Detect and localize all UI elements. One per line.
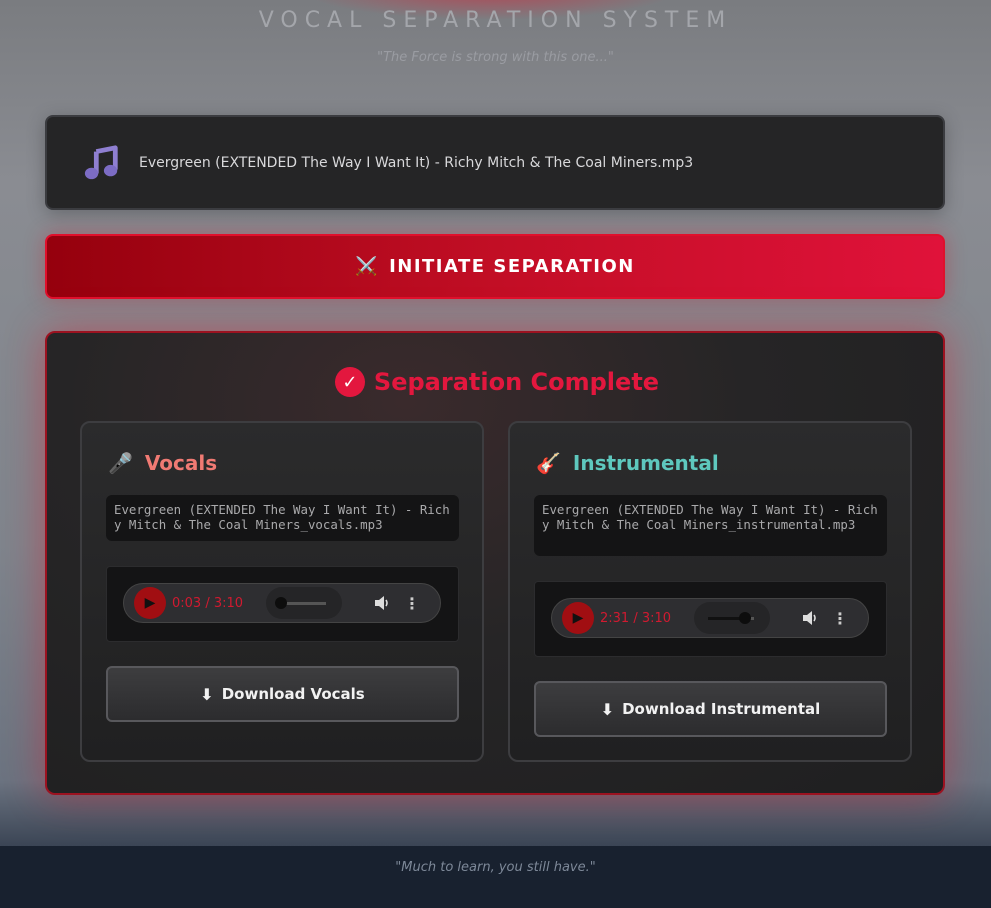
instrumental-card: 🎸 Instrumental Evergreen (EXTENDED The W… — [508, 421, 912, 762]
play-icon[interactable]: ▶ — [134, 587, 166, 619]
vocals-seek-slider[interactable] — [266, 587, 342, 619]
selected-file-card[interactable]: Evergreen (EXTENDED The Way I Want It) -… — [45, 115, 945, 210]
more-options-icon[interactable]: ⋮ — [832, 609, 848, 628]
download-arrow-icon: ⬇ — [200, 684, 214, 704]
download-vocals-label: Download Vocals — [221, 685, 365, 703]
vocals-audio-player[interactable]: ▶ 0:03 / 3:10 ⋮ — [123, 583, 441, 623]
volume-icon[interactable] — [372, 593, 392, 613]
instrumental-player-container: ▶ 2:31 / 3:10 ⋮ — [534, 581, 887, 657]
instrumental-title: Instrumental — [572, 451, 719, 475]
download-arrow-icon: ⬇ — [600, 699, 615, 719]
instrumental-header: 🎸 Instrumental — [536, 451, 719, 475]
separation-complete-header: ✓ Separation Complete — [47, 367, 947, 397]
more-options-icon[interactable]: ⋮ — [404, 594, 420, 613]
vocals-card: 🎤 Vocals Evergreen (EXTENDED The Way I W… — [80, 421, 484, 762]
vocals-time: 0:03 / 3:10 — [172, 595, 244, 611]
crossed-swords-icon: ⚔️ — [355, 256, 380, 277]
footer: "Much to learn, you still have." — [0, 846, 991, 908]
download-instrumental-button[interactable]: ⬇ Download Instrumental — [534, 681, 887, 737]
result-panel: ✓ Separation Complete 🎤 Vocals Evergreen… — [45, 331, 945, 795]
vocals-player-container: ▶ 0:03 / 3:10 ⋮ — [106, 566, 459, 642]
play-icon[interactable]: ▶ — [562, 602, 594, 634]
tagline: "The Force is strong with this one..." — [377, 50, 614, 65]
instrumental-filename: Evergreen (EXTENDED The Way I Want It) -… — [534, 495, 887, 556]
download-instrumental-label: Download Instrumental — [622, 700, 821, 718]
download-vocals-button[interactable]: ⬇ Download Vocals — [106, 666, 459, 722]
initiate-separation-label: INITIATE SEPARATION — [389, 256, 635, 277]
instrumental-seek-slider[interactable] — [694, 602, 770, 634]
guitar-icon: 🎸 — [536, 451, 561, 475]
app-title: VOCAL SEPARATION SYSTEM — [258, 8, 733, 33]
check-circle-icon: ✓ — [334, 367, 365, 397]
volume-icon[interactable] — [800, 608, 820, 628]
separation-complete-title: Separation Complete — [373, 368, 660, 396]
music-note-icon — [84, 144, 118, 179]
microphone-icon: 🎤 — [108, 451, 133, 475]
initiate-separation-button[interactable]: ⚔️ INITIATE SEPARATION — [45, 234, 945, 299]
vocals-header: 🎤 Vocals — [108, 451, 217, 475]
vocals-title: Vocals — [144, 451, 218, 475]
instrumental-audio-player[interactable]: ▶ 2:31 / 3:10 ⋮ — [551, 598, 869, 638]
file-name: Evergreen (EXTENDED The Way I Want It) -… — [139, 154, 694, 171]
instrumental-time: 2:31 / 3:10 — [600, 610, 672, 626]
footer-quote: "Much to learn, you still have." — [395, 860, 596, 875]
vocals-filename: Evergreen (EXTENDED The Way I Want It) -… — [106, 495, 459, 541]
